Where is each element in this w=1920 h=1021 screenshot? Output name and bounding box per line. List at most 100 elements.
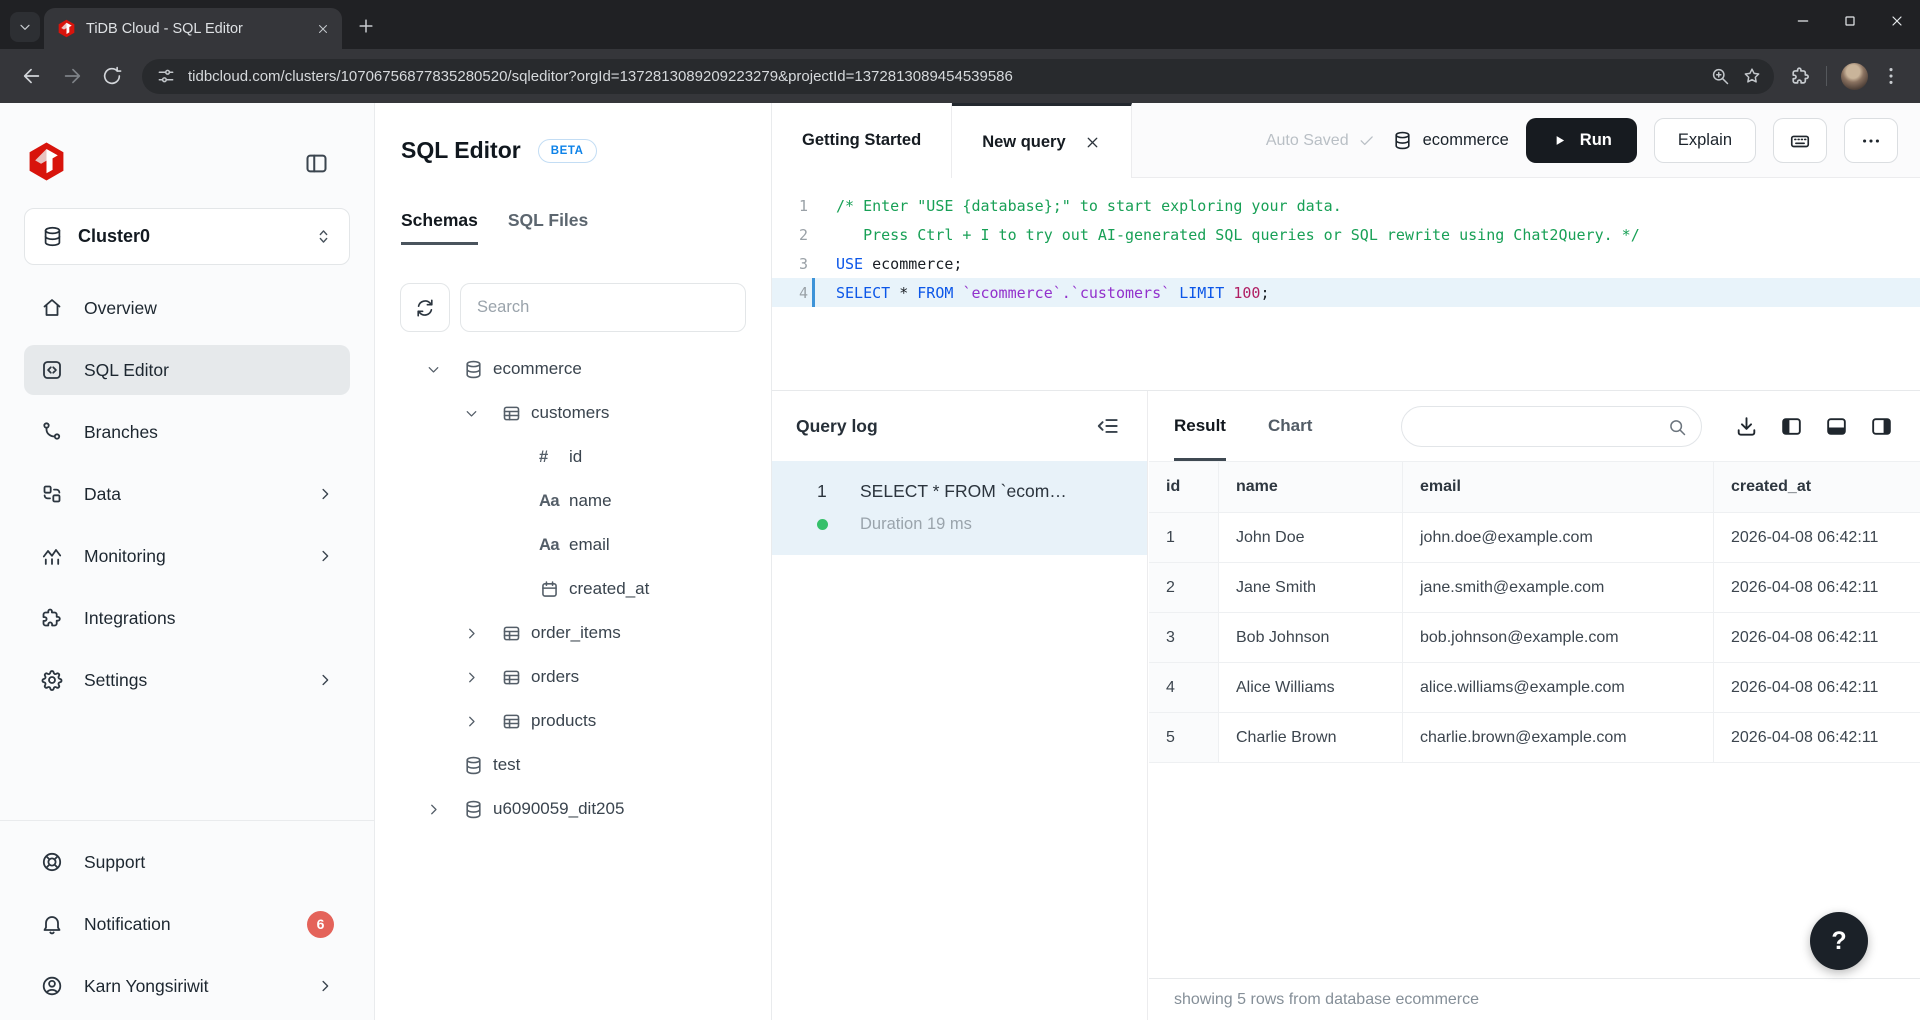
sidebar-item-integrations[interactable]: Integrations [24, 593, 350, 643]
tab-getting-started[interactable]: Getting Started [772, 103, 952, 178]
tree-item-email[interactable]: Aaemail [375, 523, 771, 567]
code-line-4[interactable]: 4SELECT * FROM `ecommerce`.`customers` L… [772, 278, 1920, 307]
more-options-button[interactable] [1844, 118, 1898, 163]
close-tab-icon[interactable] [1084, 134, 1101, 151]
chevron-right-icon[interactable] [463, 625, 480, 642]
run-button[interactable]: Run [1526, 118, 1637, 163]
chevron-right-icon[interactable] [463, 669, 480, 686]
sidebar-item-branches[interactable]: Branches [24, 407, 350, 457]
cell-created-at[interactable]: 2026-04-08 06:42:11 [1714, 713, 1920, 762]
panel-bottom-icon[interactable] [1824, 414, 1849, 439]
result-search[interactable] [1401, 406, 1702, 447]
cell-email[interactable]: charlie.brown@example.com [1403, 713, 1714, 762]
cell-name[interactable]: Alice Williams [1219, 663, 1403, 712]
collapse-panel-icon[interactable] [1095, 413, 1121, 439]
sidebar-item-sql-editor[interactable]: SQL Editor [24, 345, 350, 395]
tab-result[interactable]: Result [1174, 391, 1226, 461]
table-row[interactable]: 2Jane Smithjane.smith@example.com2026-04… [1149, 563, 1920, 613]
code-line-3[interactable]: 3USE ecommerce; [772, 249, 1920, 278]
extensions-icon[interactable] [1784, 59, 1818, 93]
tree-item-order-items[interactable]: order_items [375, 611, 771, 655]
panel-right-icon[interactable] [1869, 414, 1894, 439]
tree-item-test[interactable]: test [375, 743, 771, 787]
sidebar-item-settings[interactable]: Settings [24, 655, 350, 705]
sidebar-item-overview[interactable]: Overview [24, 283, 350, 333]
cell-id[interactable]: 4 [1149, 663, 1219, 712]
tidb-logo-icon[interactable] [26, 141, 67, 182]
bookmark-star-icon[interactable] [1736, 60, 1768, 92]
back-button[interactable] [14, 58, 50, 94]
cell-id[interactable]: 2 [1149, 563, 1219, 612]
cell-id[interactable]: 1 [1149, 513, 1219, 562]
chevron-right-icon[interactable] [425, 801, 442, 818]
window-minimize-button[interactable] [1779, 0, 1826, 41]
address-bar[interactable]: tidbcloud.com/clusters/10706756877835280… [142, 59, 1774, 94]
tree-item-ecommerce[interactable]: ecommerce [375, 347, 771, 391]
window-close-button[interactable] [1873, 0, 1920, 41]
cell-created-at[interactable]: 2026-04-08 06:42:11 [1714, 663, 1920, 712]
browser-tab[interactable]: TiDB Cloud - SQL Editor [44, 8, 342, 49]
cell-email[interactable]: alice.williams@example.com [1403, 663, 1714, 712]
tree-item-name[interactable]: Aaname [375, 479, 771, 523]
refresh-button[interactable] [400, 283, 450, 332]
table-row[interactable]: 3Bob Johnsonbob.johnson@example.com2026-… [1149, 613, 1920, 663]
table-row[interactable]: 4Alice Williamsalice.williams@example.co… [1149, 663, 1920, 713]
sidebar-toggle-icon[interactable] [303, 150, 330, 177]
explain-button[interactable]: Explain [1654, 118, 1756, 163]
tab-schemas[interactable]: Schemas [401, 200, 478, 245]
browser-menu-icon[interactable] [1874, 59, 1908, 93]
cluster-selector[interactable]: Cluster0 [24, 208, 350, 265]
tab-new-query[interactable]: New query [952, 103, 1131, 178]
forward-button[interactable] [54, 58, 90, 94]
tree-item-orders[interactable]: orders [375, 655, 771, 699]
sidebar-item-data[interactable]: Data [24, 469, 350, 519]
cell-id[interactable]: 5 [1149, 713, 1219, 762]
new-tab-button[interactable] [352, 12, 380, 40]
tab-search-button[interactable] [10, 12, 40, 42]
table-row[interactable]: 1John Doejohn.doe@example.com2026-04-08 … [1149, 513, 1920, 563]
panel-left-icon[interactable] [1779, 414, 1804, 439]
query-log-entry[interactable]: 1 SELECT * FROM `ecom… Duration 19 ms [772, 461, 1147, 555]
cell-created-at[interactable]: 2026-04-08 06:42:11 [1714, 513, 1920, 562]
site-settings-icon[interactable] [156, 66, 176, 86]
cell-email[interactable]: jane.smith@example.com [1403, 563, 1714, 612]
keyboard-shortcuts-button[interactable] [1773, 118, 1827, 163]
sql-code-editor[interactable]: 1/* Enter "USE {database};" to start exp… [772, 178, 1920, 390]
cell-email[interactable]: bob.johnson@example.com [1403, 613, 1714, 662]
help-button[interactable]: ? [1810, 912, 1868, 970]
sidebar-item-monitoring[interactable]: Monitoring [24, 531, 350, 581]
code-line-2[interactable]: 2 Press Ctrl + I to try out AI-generated… [772, 220, 1920, 249]
cell-created-at[interactable]: 2026-04-08 06:42:11 [1714, 563, 1920, 612]
result-search-input[interactable] [1420, 418, 1667, 435]
tab-close-icon[interactable] [312, 18, 334, 40]
tree-item-id[interactable]: #id [375, 435, 771, 479]
chevron-right-icon[interactable] [463, 713, 480, 730]
code-line-1[interactable]: 1/* Enter "USE {database};" to start exp… [772, 191, 1920, 220]
download-icon[interactable] [1734, 414, 1759, 439]
sidebar-item-support[interactable]: Support [24, 837, 350, 887]
chevron-down-icon[interactable] [463, 405, 480, 422]
tree-item-customers[interactable]: customers [375, 391, 771, 435]
cell-name[interactable]: Charlie Brown [1219, 713, 1403, 762]
cell-name[interactable]: Bob Johnson [1219, 613, 1403, 662]
zoom-icon[interactable] [1704, 60, 1736, 92]
search-input[interactable] [460, 283, 746, 332]
tree-item-products[interactable]: products [375, 699, 771, 743]
cell-name[interactable]: Jane Smith [1219, 563, 1403, 612]
reload-button[interactable] [94, 58, 130, 94]
tree-item-created-at[interactable]: created_at [375, 567, 771, 611]
tab-chart[interactable]: Chart [1268, 391, 1312, 461]
sidebar-item-notification[interactable]: Notification6 [24, 899, 350, 949]
sidebar-item-karn-yongsiriwit[interactable]: Karn Yongsiriwit [24, 961, 350, 1011]
table-row[interactable]: 5Charlie Browncharlie.brown@example.com2… [1149, 713, 1920, 763]
profile-avatar[interactable] [1841, 63, 1868, 90]
cell-email[interactable]: john.doe@example.com [1403, 513, 1714, 562]
tab-sql-files[interactable]: SQL Files [508, 200, 588, 245]
cell-created-at[interactable]: 2026-04-08 06:42:11 [1714, 613, 1920, 662]
database-selector[interactable]: ecommerce [1392, 130, 1509, 151]
tree-item-u6090059-dit205[interactable]: u6090059_dit205 [375, 787, 771, 831]
window-maximize-button[interactable] [1826, 0, 1873, 41]
cell-name[interactable]: John Doe [1219, 513, 1403, 562]
chevron-down-icon[interactable] [425, 361, 442, 378]
cell-id[interactable]: 3 [1149, 613, 1219, 662]
